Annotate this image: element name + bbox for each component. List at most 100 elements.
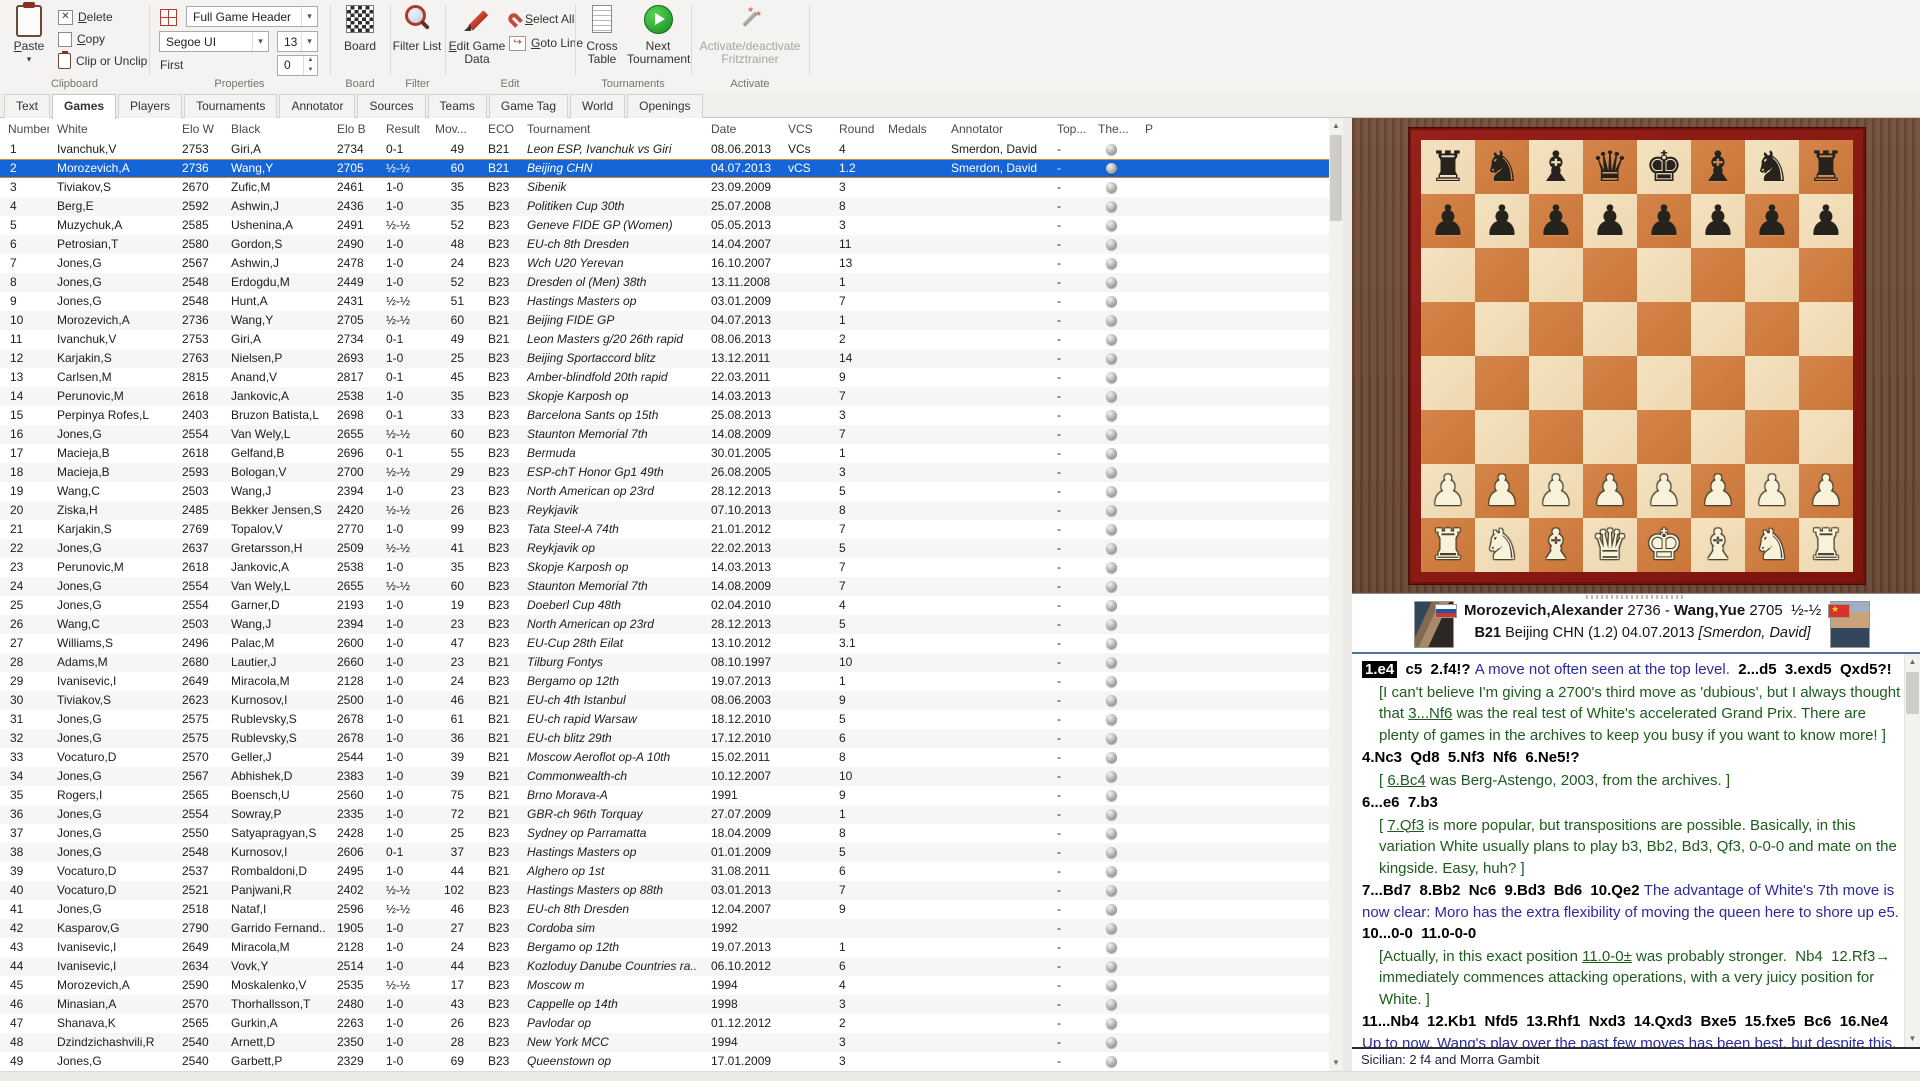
- tab-players[interactable]: Players: [118, 94, 183, 118]
- board-square[interactable]: ♟: [1799, 464, 1853, 518]
- board-square[interactable]: ♟: [1421, 464, 1475, 518]
- chess-board[interactable]: ♜ ♞ ♝ ♛ ♚ ♝ ♞ ♜ ♟ ♟ ♟ ♟ ♟ ♟ ♟ ♟ ♟ ♟ ♟ ♟ ♟ ♟ ♟ ♟ ♜ ♞ ♝ ♛ ♚ ♝ ♞ ♜: [1421, 140, 1853, 572]
- tab-openings[interactable]: Openings: [627, 94, 703, 118]
- game-row-46[interactable]: 46 Minasian,A 2570 Thorhallsson,T 2480 1-0 43 B…: [0, 995, 1329, 1014]
- column-header-round[interactable]: Round: [831, 118, 880, 140]
- game-row-28[interactable]: 28 Adams,M 2680 Lautier,J 2660 1-0 23 B21 Tilbur…: [0, 653, 1329, 672]
- board-square[interactable]: [1691, 248, 1745, 302]
- notation-mainline[interactable]: 1.e4 c5 2.f4!? A move not often seen at …: [1362, 659, 1901, 681]
- white-queen-piece[interactable]: ♛: [1591, 524, 1629, 566]
- column-header-vcs[interactable]: VCS: [780, 118, 831, 140]
- move-text[interactable]: 11...Nb4 12.Kb1 Nfd5 13.Rhf1 Nxd3 14.Qxd…: [1362, 1013, 1892, 1030]
- board-square[interactable]: [1691, 302, 1745, 356]
- tab-teams[interactable]: Teams: [427, 94, 487, 118]
- black-rook-piece[interactable]: ♜: [1429, 146, 1467, 188]
- black-pawn-piece[interactable]: ♟: [1699, 200, 1737, 242]
- board-square[interactable]: ♜: [1799, 518, 1853, 572]
- game-row-35[interactable]: 35 Rogers,I 2565 Boensch,U 2560 1-0 75 B21 Brno …: [0, 786, 1329, 805]
- board-square[interactable]: [1421, 410, 1475, 464]
- board-square[interactable]: ♞: [1745, 140, 1799, 194]
- game-row-42[interactable]: 42 Kasparov,G 2790 Garrido Fernand.. 1905 1-0…: [0, 919, 1329, 938]
- game-row-27[interactable]: 27 Williams,S 2496 Palac,M 2600 1-0 47 B23 EU-Cu…: [0, 634, 1329, 653]
- board-square[interactable]: ♟: [1691, 194, 1745, 248]
- notation-variation[interactable]: [ 6.Bc4 was Berg-Astengo, 2003, from the…: [1362, 770, 1901, 792]
- paste-button[interactable]: Paste: [4, 3, 54, 66]
- move-text[interactable]: 2...d5 3.exd5 Qxd5?!: [1738, 661, 1891, 678]
- game-row-36[interactable]: 36 Jones,G 2554 Sowray,P 2335 1-0 72 B21 GBR-ch …: [0, 805, 1329, 824]
- first-spinner[interactable]: 0: [277, 55, 318, 76]
- board-square[interactable]: [1637, 248, 1691, 302]
- scroll-up-icon[interactable]: [1905, 654, 1920, 670]
- game-row-18[interactable]: 18 Macieja,B 2593 Bologan,V 2700 ½-½ 29 B23 ESP-…: [0, 463, 1329, 482]
- chevron-down-icon[interactable]: [301, 7, 317, 26]
- game-row-5[interactable]: 5 Muzychuk,A 2585 Ushenina,A 2491 ½-½ 52 B23 Gen…: [0, 216, 1329, 235]
- game-row-31[interactable]: 31 Jones,G 2575 Rublevsky,S 2678 1-0 61 B21 EU-c…: [0, 710, 1329, 729]
- black-pawn-piece[interactable]: ♟: [1807, 200, 1845, 242]
- notation-variation[interactable]: [I can't believe I'm giving a 2700's thi…: [1362, 682, 1901, 747]
- board-square[interactable]: [1745, 356, 1799, 410]
- game-row-45[interactable]: 45 Morozevich,A 2590 Moskalenko,V 2535 ½-½ 17 B…: [0, 976, 1329, 995]
- board-square[interactable]: [1799, 302, 1853, 356]
- column-header-date[interactable]: Date: [703, 118, 780, 140]
- next-tournament-button[interactable]: Next Tournament: [627, 3, 690, 66]
- column-header-the-[interactable]: The...: [1090, 118, 1137, 140]
- black-king-piece[interactable]: ♚: [1645, 146, 1683, 188]
- board-square[interactable]: [1691, 410, 1745, 464]
- black-bishop-piece[interactable]: ♝: [1699, 146, 1737, 188]
- board-square[interactable]: ♚: [1637, 140, 1691, 194]
- board-square[interactable]: [1529, 248, 1583, 302]
- games-list-scrollbar[interactable]: [1329, 118, 1343, 1071]
- game-row-40[interactable]: 40 Vocaturo,D 2521 Panjwani,R 2402 ½-½ 102 B23 H…: [0, 881, 1329, 900]
- white-pawn-piece[interactable]: ♟: [1537, 470, 1575, 512]
- board-square[interactable]: ♞: [1475, 518, 1529, 572]
- board-square[interactable]: ♟: [1691, 464, 1745, 518]
- comment-text[interactable]: 7.Qf3: [1387, 817, 1424, 834]
- tab-sources[interactable]: Sources: [357, 94, 426, 118]
- white-pawn-piece[interactable]: ♟: [1645, 470, 1683, 512]
- board-square[interactable]: ♚: [1637, 518, 1691, 572]
- splitter-grip-icon[interactable]: [1586, 595, 1686, 599]
- board-square[interactable]: [1529, 410, 1583, 464]
- board-square[interactable]: ♟: [1529, 194, 1583, 248]
- delete-button[interactable]: Delete: [58, 7, 113, 27]
- board-square[interactable]: [1583, 248, 1637, 302]
- tab-text[interactable]: Text: [4, 94, 51, 118]
- column-header-p[interactable]: P: [1137, 118, 1319, 140]
- tab-game-tag[interactable]: Game Tag: [488, 94, 569, 118]
- game-row-2[interactable]: 2 Morozevich,A 2736 Wang,Y 2705 ½-½ 60 B21 Beiji…: [0, 159, 1329, 178]
- board-square[interactable]: [1583, 410, 1637, 464]
- white-pawn-piece[interactable]: ♟: [1483, 470, 1521, 512]
- game-row-49[interactable]: 49 Jones,G 2540 Garbett,P 2329 1-0 69 B23 Queens…: [0, 1052, 1329, 1071]
- copy-button[interactable]: Copy: [58, 29, 105, 49]
- tab-world[interactable]: World: [570, 94, 626, 118]
- white-pawn-piece[interactable]: ♟: [1699, 470, 1737, 512]
- spinner-arrows-icon[interactable]: [303, 56, 317, 75]
- comment-text[interactable]: 6.Bc4: [1387, 772, 1425, 789]
- column-header-black[interactable]: Black: [223, 118, 329, 140]
- move-text[interactable]: c5 2.f4!?: [1397, 661, 1475, 678]
- chevron-down-icon[interactable]: [301, 32, 317, 51]
- board-square[interactable]: ♟: [1799, 194, 1853, 248]
- board-square[interactable]: [1583, 356, 1637, 410]
- board-square[interactable]: ♛: [1583, 140, 1637, 194]
- notation-mainline[interactable]: 4.Nc3 Qd8 5.Nf3 Nf6 6.Ne5!?: [1362, 747, 1901, 769]
- board-square[interactable]: [1529, 302, 1583, 356]
- board-square[interactable]: ♟: [1745, 464, 1799, 518]
- move-text[interactable]: 6...e6 7.b3: [1362, 794, 1438, 811]
- board-square[interactable]: [1637, 410, 1691, 464]
- comment-text[interactable]: [Actually, in this exact position: [1379, 948, 1582, 965]
- game-row-34[interactable]: 34 Jones,G 2567 Abhishek,D 2383 1-0 39 B21 Commo…: [0, 767, 1329, 786]
- comment-text[interactable]: Up to now, Wang's play over the past few…: [1362, 1035, 1900, 1048]
- fritztrainer-button[interactable]: Activate/deactivate Fritztrainer: [695, 3, 805, 66]
- tab-games[interactable]: Games: [52, 94, 117, 119]
- board-square[interactable]: ♛: [1583, 518, 1637, 572]
- black-rook-piece[interactable]: ♜: [1807, 146, 1845, 188]
- game-row-33[interactable]: 33 Vocaturo,D 2570 Geller,J 2544 1-0 39 B21 Mosc…: [0, 748, 1329, 767]
- game-row-10[interactable]: 10 Morozevich,A 2736 Wang,Y 2705 ½-½ 60 B21 Beij…: [0, 311, 1329, 330]
- tab-annotator[interactable]: Annotator: [279, 94, 356, 118]
- black-pawn-piece[interactable]: ♟: [1645, 200, 1683, 242]
- board-square[interactable]: ♟: [1637, 464, 1691, 518]
- game-row-44[interactable]: 44 Ivanisevic,I 2634 Vovk,Y 2514 1-0 44 B23 Kozl…: [0, 957, 1329, 976]
- game-row-16[interactable]: 16 Jones,G 2554 Van Wely,L 2655 ½-½ 60 B23 Staun…: [0, 425, 1329, 444]
- board-square[interactable]: [1745, 302, 1799, 356]
